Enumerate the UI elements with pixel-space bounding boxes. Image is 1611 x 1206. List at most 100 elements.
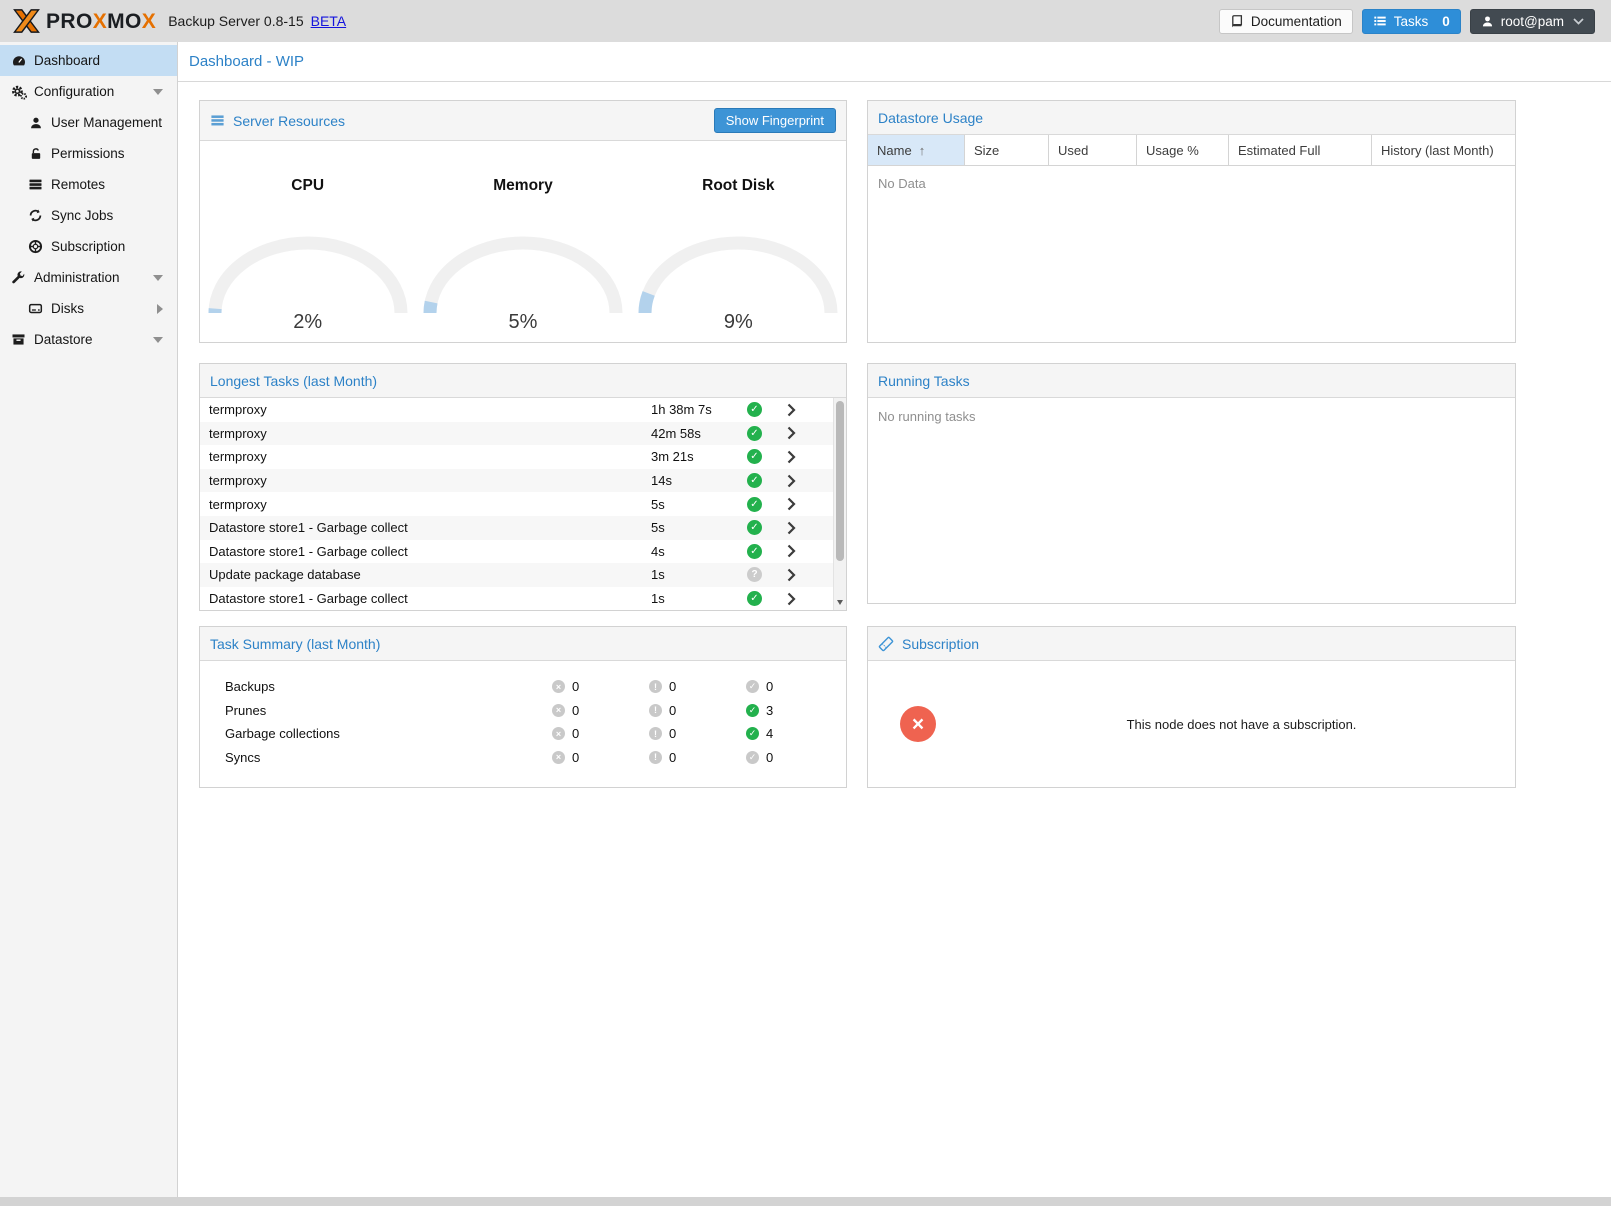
subscription-message: This node does not have a subscription. <box>968 717 1515 732</box>
status-ok-icon: ✓ <box>747 497 762 512</box>
tasks-count-badge: 0 <box>1442 14 1450 29</box>
chevron-down-icon[interactable] <box>153 89 163 95</box>
sort-ascending-icon: ↑ <box>919 143 926 158</box>
column-header-used[interactable]: Used <box>1049 135 1137 165</box>
task-row[interactable]: termproxy1h 38m 7s✓ <box>200 398 833 422</box>
chevron-right-icon[interactable] <box>157 304 163 314</box>
tachometer-icon <box>10 53 27 69</box>
chevron-right-icon[interactable] <box>781 497 796 511</box>
chevron-right-icon[interactable] <box>781 403 796 417</box>
subscription-panel: Subscription × This node does not have a… <box>867 626 1516 788</box>
gauge-value: 2% <box>208 311 408 334</box>
chevron-right-icon[interactable] <box>781 568 796 582</box>
ok-icon: ✓ <box>746 751 759 764</box>
error-icon: × <box>552 704 565 717</box>
task-row[interactable]: Datastore store1 - Garbage collect4s✓ <box>200 540 833 564</box>
task-duration: 4s <box>651 544 747 559</box>
sidebar-item-administration[interactable]: Administration <box>0 262 177 293</box>
task-row[interactable]: termproxy42m 58s✓ <box>200 422 833 446</box>
sidebar-item-configuration[interactable]: Configuration <box>0 76 177 107</box>
column-header-name[interactable]: Name↑ <box>868 135 965 165</box>
summary-error-count: ×0 <box>552 679 649 694</box>
task-duration: 42m 58s <box>651 426 747 441</box>
scrollbar-thumb[interactable] <box>836 401 844 561</box>
warning-icon: ! <box>649 704 662 717</box>
task-name: Datastore store1 - Garbage collect <box>200 591 651 606</box>
task-name: termproxy <box>200 449 651 464</box>
status-ok-icon: ✓ <box>747 591 762 606</box>
status-ok-icon: ✓ <box>747 544 762 559</box>
sidebar-item-permissions[interactable]: Permissions <box>0 138 177 169</box>
task-row[interactable]: Update package database1s? <box>200 563 833 587</box>
task-duration: 1s <box>651 591 747 606</box>
task-duration: 3m 21s <box>651 449 747 464</box>
sidebar-item-subscription[interactable]: Subscription <box>0 231 177 262</box>
server-resources-icon <box>210 113 225 128</box>
chevron-right-icon[interactable] <box>781 426 796 440</box>
task-name: termproxy <box>200 497 651 512</box>
sidebar-item-sync-jobs[interactable]: Sync Jobs <box>0 200 177 231</box>
gauge-root-disk: Root Disk9% <box>638 177 838 342</box>
longest-tasks-panel: Longest Tasks (last Month) termproxy1h 3… <box>199 363 847 611</box>
scrollbar-down-arrow-icon[interactable] <box>837 600 843 605</box>
gauge-cpu: CPU2% <box>208 177 408 342</box>
chevron-right-icon[interactable] <box>781 521 796 535</box>
sidebar-item-label: User Management <box>51 115 162 130</box>
column-header-size[interactable]: Size <box>965 135 1049 165</box>
topbar: PROXMOX Backup Server 0.8-15 BETA Docume… <box>0 0 1611 42</box>
column-header-usage[interactable]: Usage % <box>1137 135 1229 165</box>
unlock-icon <box>27 146 44 162</box>
summary-category: Syncs <box>225 750 552 765</box>
sync-icon <box>27 208 44 224</box>
chevron-down-icon[interactable] <box>153 275 163 281</box>
task-row[interactable]: termproxy5s✓ <box>200 492 833 516</box>
tasks-button[interactable]: Tasks 0 <box>1362 9 1461 34</box>
sidebar-item-label: Subscription <box>51 239 125 254</box>
summary-category: Backups <box>225 679 552 694</box>
beta-link[interactable]: BETA <box>311 13 347 29</box>
sidebar-item-remotes[interactable]: Remotes <box>0 169 177 200</box>
chevron-right-icon[interactable] <box>781 544 796 558</box>
chevron-right-icon[interactable] <box>781 592 796 606</box>
show-fingerprint-button[interactable]: Show Fingerprint <box>714 108 836 133</box>
documentation-button[interactable]: Documentation <box>1219 9 1353 34</box>
task-row[interactable]: Datastore store1 - Garbage collect5s✓ <box>200 516 833 540</box>
task-row[interactable]: Datastore store1 - Garbage collect1s✓ <box>200 587 833 610</box>
task-summary-rows: Backups×0!0✓0Prunes×0!0✓3Garbage collect… <box>200 661 846 787</box>
task-summary-title: Task Summary (last Month) <box>210 636 380 652</box>
running-tasks-empty: No running tasks <box>868 398 1515 603</box>
chevron-right-icon[interactable] <box>781 474 796 488</box>
warning-icon: ! <box>649 680 662 693</box>
chevron-right-icon[interactable] <box>781 450 796 464</box>
sidebar-item-user-management[interactable]: User Management <box>0 107 177 138</box>
task-row[interactable]: termproxy3m 21s✓ <box>200 445 833 469</box>
gauge-value: 5% <box>423 311 623 334</box>
sidebar-item-label: Datastore <box>34 332 93 347</box>
sidebar-item-disks[interactable]: Disks <box>0 293 177 324</box>
summary-warning-count: !0 <box>649 679 746 694</box>
task-duration: 1h 38m 7s <box>651 402 747 417</box>
sidebar: DashboardConfiguration User Management Per… <box>0 42 178 1197</box>
user-menu-button[interactable]: root@pam <box>1470 9 1595 34</box>
archive-icon <box>10 332 27 348</box>
error-icon: × <box>552 727 565 740</box>
sidebar-item-dashboard[interactable]: Dashboard <box>0 45 177 76</box>
sidebar-item-datastore[interactable]: Datastore <box>0 324 177 355</box>
task-name: Datastore store1 - Garbage collect <box>200 520 651 535</box>
summary-error-count: ×0 <box>552 750 649 765</box>
chevron-down-icon[interactable] <box>153 337 163 343</box>
column-header-estimated-full[interactable]: Estimated Full <box>1229 135 1372 165</box>
scrollbar[interactable] <box>833 398 846 610</box>
summary-error-count: ×0 <box>552 703 649 718</box>
summary-error-count: ×0 <box>552 726 649 741</box>
running-tasks-title: Running Tasks <box>878 373 970 389</box>
summary-warning-count: !0 <box>649 726 746 741</box>
task-row[interactable]: termproxy14s✓ <box>200 469 833 493</box>
task-duration: 5s <box>651 520 747 535</box>
task-duration: 14s <box>651 473 747 488</box>
task-name: termproxy <box>200 473 651 488</box>
gauge-label: Root Disk <box>638 177 838 194</box>
column-header-history-last-month[interactable]: History (last Month) <box>1372 135 1515 165</box>
ok-icon: ✓ <box>746 727 759 740</box>
sidebar-item-label: Sync Jobs <box>51 208 113 223</box>
